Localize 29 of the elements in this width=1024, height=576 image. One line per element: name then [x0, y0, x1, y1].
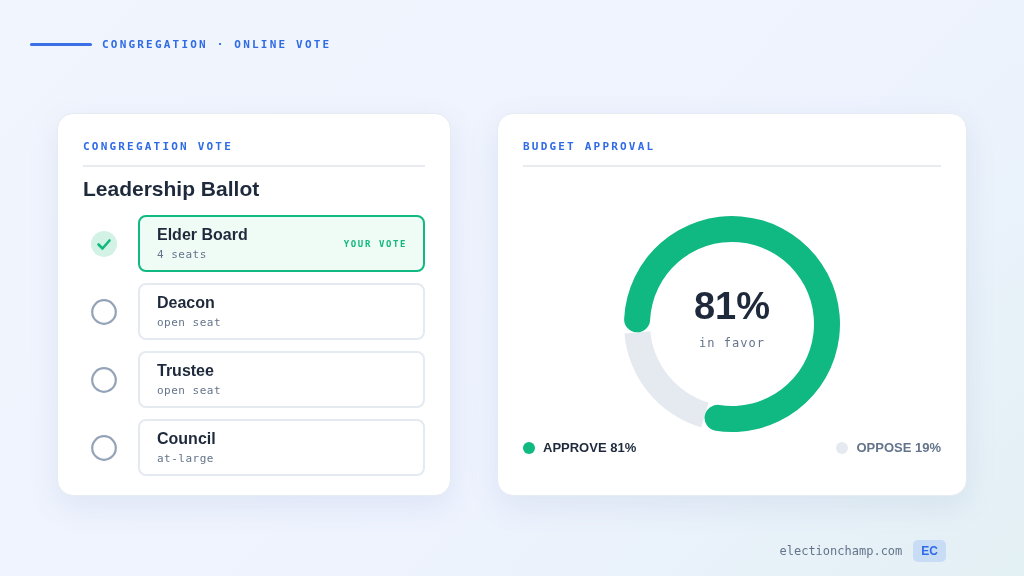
- legend-label: OPPOSE 19%: [856, 440, 941, 455]
- page-eyebrow: CONGREGATION · ONLINE VOTE: [102, 37, 332, 51]
- ballot-option[interactable]: Council at-large: [138, 419, 425, 476]
- legend-dot: [836, 441, 849, 454]
- option-detail: at-large: [157, 452, 215, 465]
- legend-dot: [523, 441, 535, 454]
- option-name: Council: [157, 430, 216, 448]
- option-name: Trustee: [157, 362, 215, 380]
- radio-button[interactable]: [91, 434, 117, 461]
- option-name: Elder Board: [157, 226, 248, 244]
- vote-label: YOUR VOTE: [343, 238, 407, 249]
- percent-value: 81%: [693, 284, 771, 328]
- logo-badge: EC: [913, 540, 946, 562]
- option-detail: open seat: [157, 316, 222, 329]
- check-icon[interactable]: [91, 230, 117, 257]
- ballot-option[interactable]: Trustee open seat: [138, 351, 425, 408]
- ballot-option[interactable]: Deacon open seat: [138, 283, 425, 340]
- ballot-title: Leadership Ballot: [83, 177, 261, 201]
- radio-button[interactable]: [91, 298, 117, 325]
- ballot-option[interactable]: Elder Board 4 seats YOUR VOTE: [138, 215, 425, 272]
- legend-label: APPROVE 81%: [543, 440, 637, 455]
- site-url: electionchamp.com: [779, 544, 903, 558]
- option-name: Deacon: [157, 294, 216, 312]
- radio-button[interactable]: [91, 366, 117, 393]
- option-detail: 4 seats: [157, 248, 208, 261]
- option-detail: open seat: [157, 384, 222, 397]
- card-eyebrow: CONGREGATION VOTE: [83, 140, 234, 153]
- percent-caption: in favor: [699, 335, 765, 350]
- card-eyebrow: BUDGET APPROVAL: [523, 140, 657, 153]
